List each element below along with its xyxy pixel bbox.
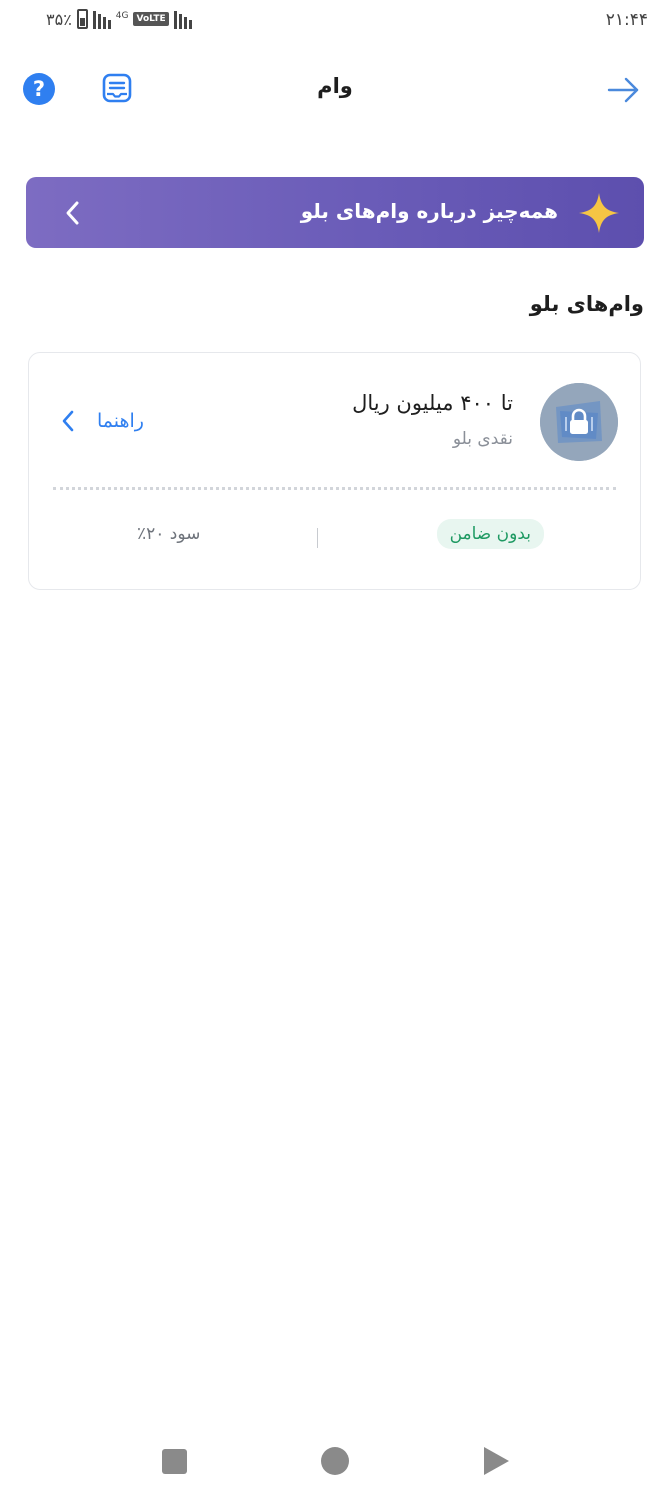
recent-apps-button[interactable] bbox=[162, 1449, 187, 1474]
battery-icon bbox=[76, 9, 88, 29]
page-title: وام bbox=[317, 74, 353, 98]
battery-percentage: ۳۵٪ bbox=[46, 9, 72, 29]
dotted-divider bbox=[53, 487, 616, 490]
loan-card[interactable]: تا ۴۰۰ میلیون ریال نقدی بلو راهنما بدون … bbox=[28, 352, 641, 590]
banner-text: همه‌چیز درباره وام‌های بلو bbox=[300, 199, 558, 223]
interest-rate: سود ۲۰٪ bbox=[137, 524, 201, 544]
app-bar: ? وام bbox=[0, 60, 670, 120]
section-title: وام‌های بلو bbox=[529, 292, 644, 316]
sparkle-icon bbox=[579, 193, 619, 233]
guide-label: راهنما bbox=[97, 410, 144, 432]
system-nav-bar bbox=[0, 1430, 670, 1494]
arrow-right-icon[interactable] bbox=[606, 72, 642, 108]
help-icon[interactable]: ? bbox=[23, 73, 55, 105]
loan-amount: تا ۴۰۰ میلیون ریال bbox=[352, 391, 513, 415]
loans-info-banner[interactable]: همه‌چیز درباره وام‌های بلو bbox=[26, 177, 644, 248]
loan-type: نقدی بلو bbox=[452, 429, 513, 449]
no-guarantor-badge: بدون ضامن bbox=[436, 519, 544, 549]
volte-badge: VoLTE bbox=[133, 12, 169, 26]
signal-icon bbox=[92, 9, 111, 29]
divider bbox=[317, 528, 318, 548]
back-button[interactable] bbox=[484, 1447, 509, 1475]
home-button[interactable] bbox=[321, 1447, 349, 1475]
network-type: 4G bbox=[115, 10, 129, 21]
status-time: ۲۱:۴۴ bbox=[605, 10, 648, 30]
receipt-icon[interactable] bbox=[101, 72, 133, 104]
chevron-left-icon bbox=[62, 410, 74, 432]
signal-icon-2 bbox=[173, 9, 192, 29]
status-bar: ۳۵٪ 4G VoLTE ۲۱:۴۴ bbox=[0, 0, 670, 44]
chevron-left-icon bbox=[66, 201, 79, 225]
guide-link[interactable]: راهنما bbox=[61, 409, 144, 433]
status-indicators: ۳۵٪ 4G VoLTE bbox=[46, 9, 192, 29]
loan-lock-icon bbox=[540, 383, 618, 461]
